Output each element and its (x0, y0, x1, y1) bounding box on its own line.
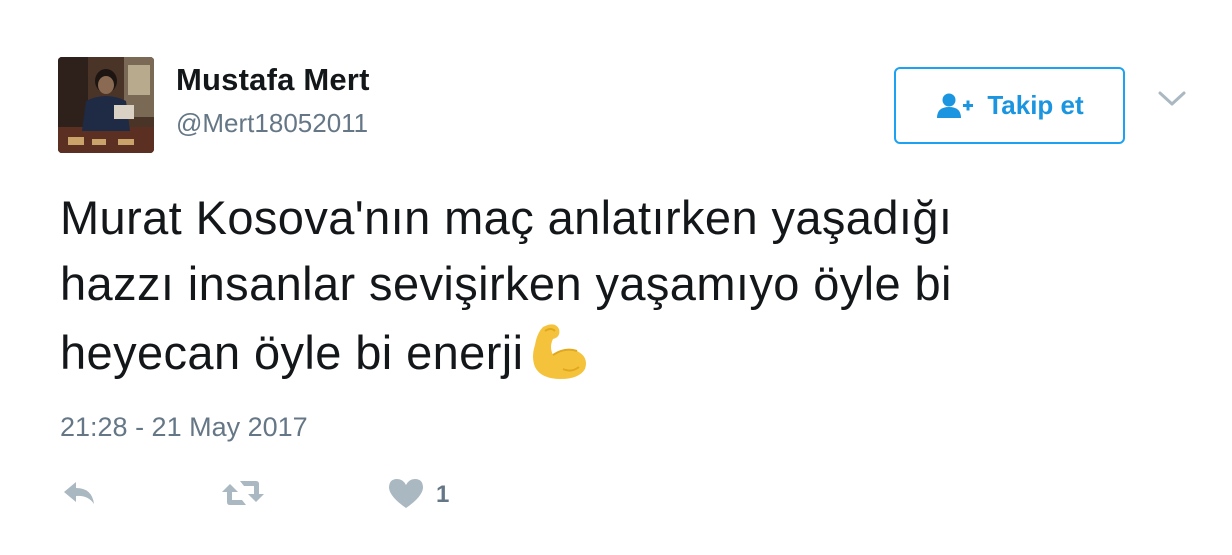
user-handle[interactable]: @Mert18052011 (176, 108, 368, 139)
follow-button-label: Takip et (987, 90, 1084, 120)
follow-button[interactable]: Takip et (894, 67, 1125, 144)
retweet-icon[interactable] (220, 476, 266, 510)
heart-icon[interactable] (386, 476, 426, 510)
display-name[interactable]: Mustafa Mert (176, 62, 370, 98)
tweet-text: Murat Kosova'nın maç anlatırken yaşadığı… (60, 185, 1140, 386)
tweet-timestamp[interactable]: 21:28 - 21 May 2017 (60, 412, 308, 443)
tweet-text-line: hazzı insanlar sevişirken yaşamıyo öyle … (60, 257, 952, 310)
like-count: 1 (436, 481, 450, 508)
avatar-photo (58, 57, 154, 153)
tweet-text-line: Murat Kosova'nın maç anlatırken yaşadığı (60, 191, 953, 244)
tweet-text-line-last: heyecan öyle bi enerji (60, 317, 1140, 386)
flexed-biceps-emoji (533, 324, 587, 379)
reply-icon[interactable] (60, 478, 98, 508)
avatar[interactable] (58, 57, 154, 153)
tweet-card: Mustafa Mert @Mert18052011 Takip et Mura… (0, 0, 1232, 555)
tweet-text-line-content: heyecan öyle bi enerji (60, 326, 524, 379)
add-user-icon (937, 93, 974, 118)
chevron-down-icon[interactable] (1156, 88, 1188, 110)
